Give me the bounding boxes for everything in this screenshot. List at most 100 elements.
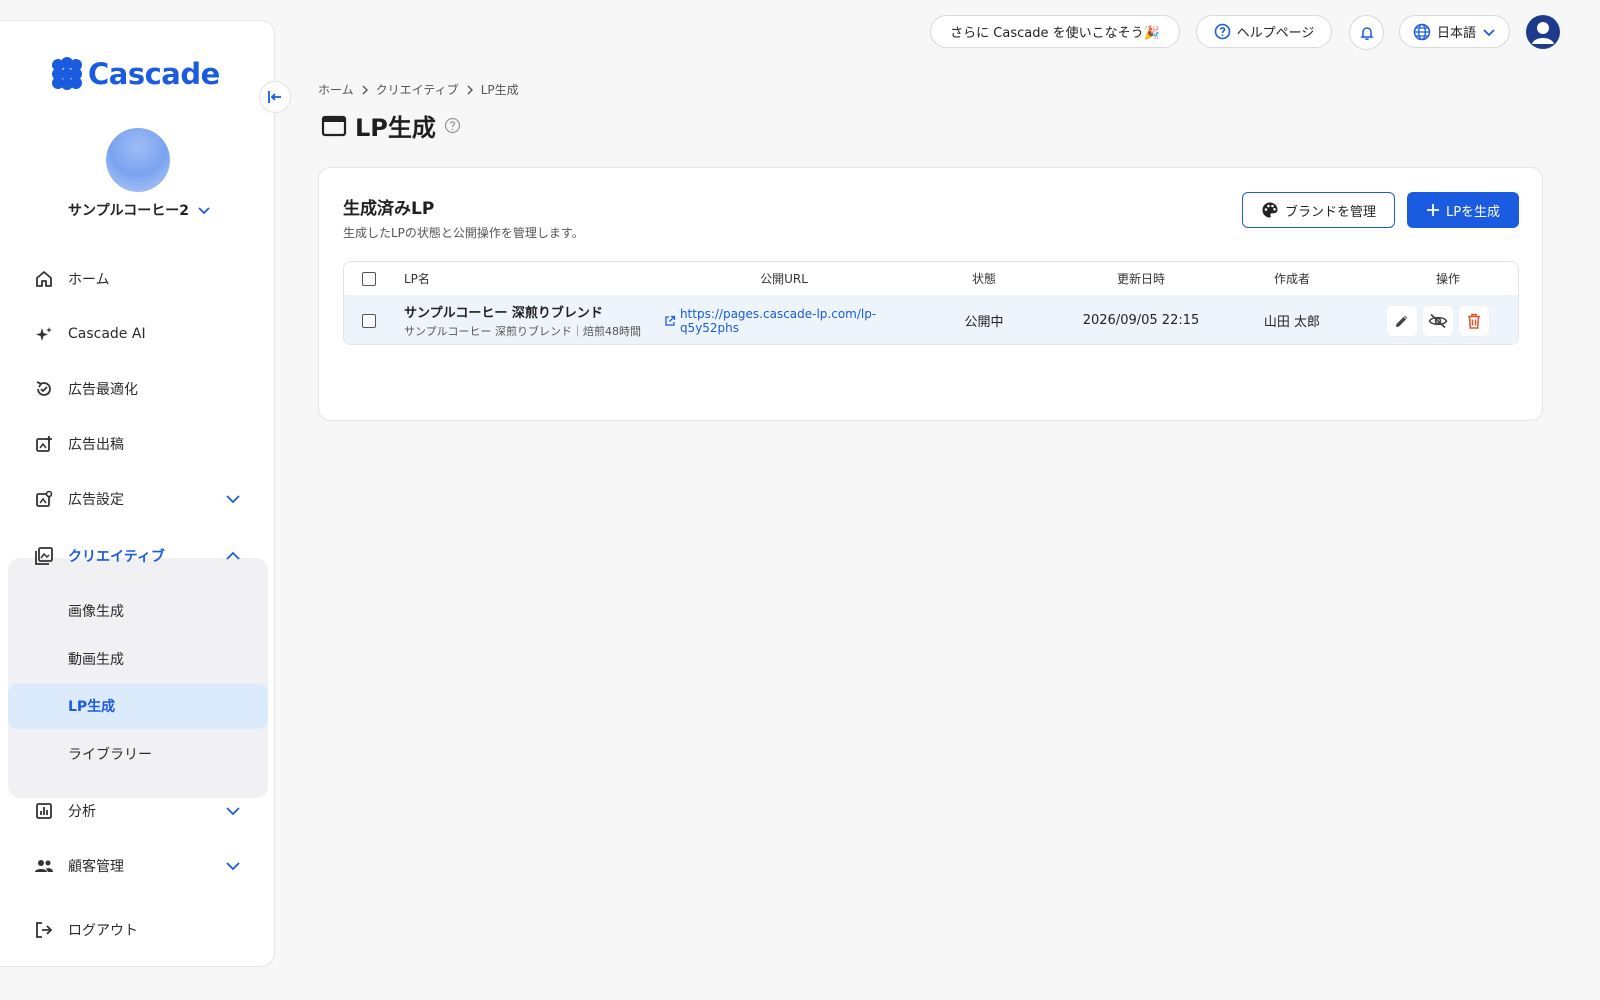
sidebar-subitem-label: LP生成 (68, 699, 116, 715)
chevron-right-icon (467, 85, 473, 94)
breadcrumb-creative[interactable]: クリエイティブ (376, 81, 459, 98)
help-page-button[interactable]: ヘルプページ (1196, 15, 1332, 48)
sidebar: Cascade サンプルコーヒー2 ホーム Cascade AI 広告最適化 広… (0, 20, 275, 967)
sidebar-item-label: 顧客管理 (68, 859, 124, 875)
sidebar-item-label: 分析 (68, 804, 96, 820)
chevron-down-icon (1483, 28, 1495, 36)
external-link-icon (665, 315, 676, 326)
breadcrumb: ホーム クリエイティブ LP生成 (318, 81, 519, 98)
col-header-lp-name[interactable]: LP名 (404, 262, 604, 295)
browser-window-icon (321, 115, 347, 136)
manage-brand-button[interactable]: ブランドを管理 (1242, 192, 1395, 228)
palette-icon (1262, 202, 1278, 218)
help-icon[interactable] (444, 117, 461, 134)
sidebar-item-cascade-ai[interactable]: Cascade AI (8, 312, 268, 356)
ad-settings-icon (34, 489, 54, 509)
user-icon (1532, 22, 1554, 44)
public-url-link[interactable]: https://pages.cascade-lp.com/lp-q5y52phs (664, 307, 934, 335)
sidebar-item-label: 広告設定 (68, 492, 124, 508)
chart-icon (34, 801, 54, 821)
sidebar-item-analytics[interactable]: 分析 (8, 789, 268, 833)
col-header-actions: 操作 (1435, 272, 1460, 286)
sidebar-subitem-image-gen[interactable]: 画像生成 (8, 588, 268, 634)
language-label: 日本語 (1436, 26, 1476, 41)
cascade-logo-mark-icon (52, 57, 82, 90)
author-cell: 山田 太郎 (1263, 315, 1321, 330)
bell-icon (1359, 26, 1374, 40)
sparkle-icon (34, 324, 54, 344)
page-title: LP生成 (355, 114, 436, 142)
sidebar-subitem-video-gen[interactable]: 動画生成 (8, 636, 268, 682)
people-icon (34, 856, 54, 876)
sidebar-item-ad-optimization[interactable]: 広告最適化 (8, 367, 268, 411)
gallery-icon (34, 546, 54, 566)
sidebar-subitem-label: ライブラリー (68, 747, 152, 763)
unpublish-button[interactable] (1422, 304, 1454, 337)
manage-brand-label: ブランドを管理 (1284, 204, 1376, 220)
select-all-checkbox[interactable] (362, 271, 376, 286)
col-header-author[interactable]: 作成者 (1242, 262, 1342, 295)
page-header: LP生成 (321, 108, 461, 143)
account-avatar (106, 128, 170, 192)
status-cell: 公開中 (964, 315, 1004, 330)
col-header-updated[interactable]: 更新日時 (1066, 262, 1216, 295)
chevron-down-icon (198, 207, 210, 215)
sidebar-item-label: 広告最適化 (68, 382, 138, 398)
cascade-logo[interactable]: Cascade (52, 57, 220, 91)
language-selector[interactable]: 日本語 (1399, 15, 1510, 48)
lp-table: LP名 公開URL 状態 更新日時 作成者 操作 サンプルコーヒー 深煎りブレン… (343, 261, 1519, 345)
lp-name: サンプルコーヒー 深煎りブレンド (404, 306, 603, 321)
home-icon (34, 269, 54, 289)
plus-icon (1426, 204, 1439, 216)
col-header-url[interactable]: 公開URL (664, 262, 904, 295)
user-avatar-button[interactable] (1526, 15, 1560, 49)
generate-lp-button[interactable]: LPを生成 (1407, 192, 1519, 228)
chevron-down-icon (226, 862, 240, 871)
table-row[interactable]: サンプルコーヒー 深煎りブレンド サンプルコーヒー 深煎りブレンド｜焙煎48時間… (344, 295, 1518, 344)
sidebar-item-creative[interactable]: クリエイティブ (8, 534, 268, 578)
sidebar-subitem-label: 動画生成 (68, 652, 124, 668)
promo-button[interactable]: さらに Cascade を使いこなそう🎉 (930, 15, 1180, 48)
row-checkbox[interactable] (362, 313, 376, 328)
collapse-sidebar-button[interactable] (259, 81, 291, 113)
help-icon (1214, 23, 1230, 40)
sidebar-item-customers[interactable]: 顧客管理 (8, 844, 268, 888)
sidebar-subitem-lp-gen[interactable]: LP生成 (8, 683, 268, 729)
col-header-status[interactable]: 状態 (934, 262, 1034, 295)
eye-off-icon (1428, 313, 1448, 328)
row-select-cell (344, 295, 394, 344)
optimize-icon (34, 379, 54, 399)
sidebar-item-ad-publish[interactable]: 広告出稿 (8, 422, 268, 466)
select-all-cell (344, 262, 394, 295)
sidebar-item-ad-settings[interactable]: 広告設定 (8, 477, 268, 521)
lp-description: サンプルコーヒー 深煎りブレンド｜焙煎48時間 (404, 325, 641, 338)
card-title: 生成済みLP (343, 199, 435, 219)
publish-icon (34, 434, 54, 454)
edit-button[interactable] (1386, 304, 1418, 337)
pencil-icon (1396, 315, 1408, 327)
sidebar-item-home[interactable]: ホーム (8, 257, 268, 301)
chevron-down-icon (226, 807, 240, 816)
sidebar-item-label: 広告出稿 (68, 437, 124, 453)
sidebar-subitem-library[interactable]: ライブラリー (8, 731, 268, 777)
notification-button[interactable] (1349, 15, 1384, 50)
help-label: ヘルプページ (1236, 26, 1315, 41)
account-name: サンプルコーヒー2 (68, 203, 190, 219)
url-cell: https://pages.cascade-lp.com/lp-q5y52phs (664, 295, 934, 344)
generate-lp-label: LPを生成 (1445, 204, 1501, 220)
sidebar-item-label: ホーム (68, 272, 110, 288)
breadcrumb-home[interactable]: ホーム (318, 81, 354, 98)
updated-cell: 2026/09/05 22:15 (1082, 313, 1200, 328)
sidebar-item-logout[interactable]: ログアウト (8, 908, 268, 952)
promo-label: さらに Cascade を使いこなそう🎉 (950, 26, 1160, 41)
globe-icon (1413, 23, 1431, 40)
delete-button[interactable] (1458, 304, 1490, 337)
breadcrumb-current: LP生成 (480, 83, 519, 97)
card-subtitle: 生成したLPの状態と公開操作を管理します。 (343, 226, 584, 240)
collapse-left-icon (268, 91, 281, 103)
sidebar-subitem-label: 画像生成 (68, 604, 124, 620)
public-url-text: https://pages.cascade-lp.com/lp-q5y52phs (679, 306, 877, 335)
actions-cell (1386, 295, 1506, 344)
account-switcher[interactable]: サンプルコーヒー2 (68, 200, 211, 220)
lp-name-cell: サンプルコーヒー 深煎りブレンド サンプルコーヒー 深煎りブレンド｜焙煎48時間 (404, 295, 664, 344)
